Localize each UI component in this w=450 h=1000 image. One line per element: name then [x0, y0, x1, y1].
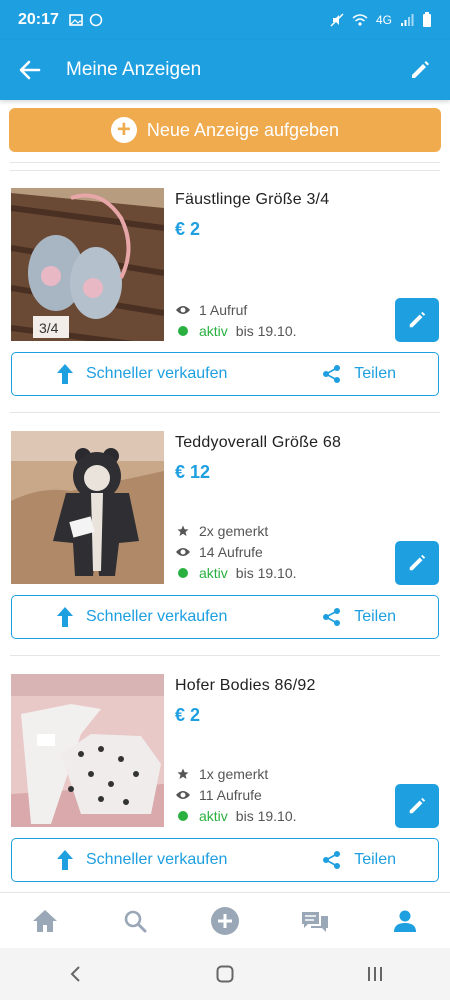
share-button[interactable]: Teilen: [322, 607, 396, 627]
mute-icon: [330, 13, 344, 27]
listing-actions: Schneller verkaufen Teilen: [11, 595, 439, 639]
listing-price: € 2: [175, 219, 201, 239]
image-size-label: 3/4: [39, 320, 59, 336]
status-dot-icon: [178, 325, 188, 336]
sell-faster-button[interactable]: Schneller verkaufen: [56, 606, 227, 628]
system-navigation: [0, 948, 450, 1000]
nav-profile[interactable]: [375, 893, 435, 949]
pencil-icon: [412, 61, 429, 78]
bottom-navigation: [0, 892, 450, 948]
eye-icon: [175, 304, 191, 316]
nav-add[interactable]: [195, 893, 255, 949]
messages-icon: [302, 911, 328, 932]
listing-title: Teddyoverall Größe 68: [175, 434, 342, 451]
share-icon: [323, 608, 341, 626]
status-dot-icon: [178, 810, 188, 821]
listing-image[interactable]: [11, 674, 164, 827]
edit-listing-button[interactable]: [395, 541, 439, 585]
search-icon: [124, 910, 147, 932]
saved-count: 2x gemerkt: [175, 520, 375, 541]
divider: [10, 412, 440, 413]
share-button[interactable]: Teilen: [322, 364, 396, 384]
views-count: 14 Aufrufe: [175, 541, 375, 562]
new-ad-label: Neue Anzeige aufgeben: [146, 119, 340, 140]
system-back-button[interactable]: [45, 948, 105, 1000]
recents-icon: [368, 967, 382, 981]
listing-actions: Schneller verkaufen Teilen: [11, 352, 439, 396]
wifi-icon: [352, 14, 368, 26]
arrow-up-icon: [57, 364, 73, 384]
status-until: bis 19.10.: [235, 564, 297, 581]
status-line: aktiv bis 19.10.: [175, 562, 375, 583]
whatsapp-notification-icon: [89, 13, 103, 27]
sell-faster-button[interactable]: Schneller verkaufen: [56, 849, 227, 871]
arrow-up-icon: [57, 850, 73, 870]
add-icon: [211, 906, 239, 935]
listing-actions: Schneller verkaufen Teilen: [11, 838, 439, 882]
arrow-left-icon: [19, 60, 41, 80]
nav-search[interactable]: [105, 893, 165, 949]
star-icon: [175, 525, 191, 537]
app-bar: Meine Anzeigen: [0, 40, 450, 100]
edit-listing-button[interactable]: [395, 298, 439, 342]
system-home-button[interactable]: [195, 948, 255, 1000]
eye-icon: [175, 546, 191, 558]
share-icon: [323, 851, 341, 869]
page-title: Meine Anzeigen: [66, 59, 202, 80]
battery-icon: [423, 12, 431, 27]
share-icon: [323, 365, 341, 383]
edit-mode-button[interactable]: [390, 40, 450, 100]
listing-title: Hofer Bodies 86/92: [175, 677, 316, 694]
status-line: aktiv bis 19.10.: [175, 320, 375, 341]
profile-icon: [394, 910, 416, 932]
status-until: bis 19.10.: [235, 322, 297, 339]
views-count: 11 Aufrufe: [175, 784, 375, 805]
home-square-icon: [216, 965, 234, 983]
star-icon: [175, 768, 191, 780]
status-time: 20:17: [18, 11, 59, 28]
listing-image[interactable]: [11, 431, 164, 584]
system-recents-button[interactable]: [345, 948, 405, 1000]
status-badge: aktiv: [199, 322, 228, 339]
edit-listing-button[interactable]: [395, 784, 439, 828]
saved-count: 1x gemerkt: [175, 763, 375, 784]
pencil-icon: [409, 797, 426, 814]
nav-messages[interactable]: [285, 893, 345, 949]
listing-title: Fäustlinge Größe 3/4: [175, 191, 330, 208]
gallery-notification-icon: [69, 14, 83, 26]
views-count: 1 Aufruf: [175, 299, 375, 320]
sell-faster-button[interactable]: Schneller verkaufen: [56, 363, 227, 385]
listing-image[interactable]: 3/4: [11, 188, 164, 341]
home-icon: [33, 909, 57, 932]
nav-home[interactable]: [15, 893, 75, 949]
divider: [10, 655, 440, 656]
share-button[interactable]: Teilen: [322, 850, 396, 870]
status-badge: aktiv: [199, 564, 228, 581]
status-bar: 20:17 4G: [0, 0, 450, 40]
signal-icon: [401, 14, 414, 26]
status-badge: aktiv: [199, 807, 228, 824]
plus-icon: +: [110, 117, 137, 143]
listing-price: € 2: [175, 705, 201, 725]
back-button[interactable]: [0, 40, 60, 100]
network-label: 4G: [375, 13, 392, 27]
arrow-up-icon: [57, 607, 73, 627]
chevron-left-icon: [70, 966, 80, 982]
status-line: aktiv bis 19.10.: [175, 805, 375, 826]
new-ad-button[interactable]: + Neue Anzeige aufgeben: [9, 108, 441, 152]
pencil-icon: [409, 311, 426, 328]
divider: [10, 162, 440, 163]
status-until: bis 19.10.: [235, 807, 297, 824]
eye-icon: [175, 789, 191, 801]
status-dot-icon: [178, 567, 188, 578]
pencil-icon: [409, 554, 426, 571]
listing-price: € 12: [175, 462, 211, 482]
divider: [10, 170, 440, 171]
